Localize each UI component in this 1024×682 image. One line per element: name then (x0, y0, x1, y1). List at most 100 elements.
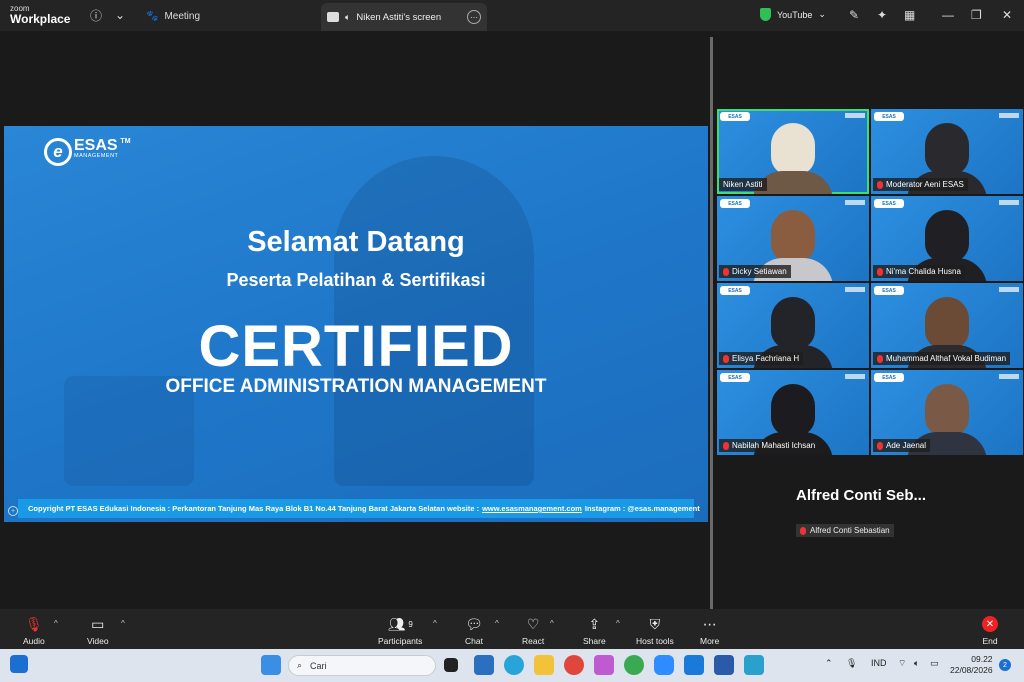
info-icon[interactable]: ⓘ (88, 7, 104, 23)
video-options-caret-icon[interactable]: ^ (121, 619, 125, 628)
participant-name-tag: Dicky Setiawan (719, 265, 791, 278)
share-options-caret-icon[interactable]: ^ (616, 619, 620, 628)
participants-options-caret-icon[interactable]: ^ (433, 619, 437, 628)
footer-copyright: Copyright PT ESAS Edukasi Indonesia : Pe… (28, 504, 480, 513)
file-explorer-icon[interactable] (534, 655, 554, 675)
zoom-app-icon[interactable] (654, 655, 674, 675)
word-icon[interactable] (714, 655, 734, 675)
store-icon[interactable] (474, 655, 494, 675)
slide-program: OFFICE ADMINISTRATION MANAGEMENT (165, 376, 547, 397)
participant-name: Moderator Aeni ESAS (886, 180, 964, 189)
more-options-icon[interactable]: ··· (467, 10, 481, 24)
tile-badge (999, 113, 1019, 118)
chrome-profile-icon[interactable] (624, 655, 644, 675)
chat-button[interactable]: 💬︎ Chat (465, 615, 483, 647)
tile-badge (845, 287, 865, 292)
tab-shared-screen[interactable]: 🔈︎ Niken Astiti's screen ··· (321, 3, 487, 31)
react-button[interactable]: ♡ React (522, 615, 544, 647)
chevron-up-icon[interactable]: ⌃ (825, 658, 833, 669)
tab-meeting-label: Meeting (164, 10, 201, 22)
slide-nav-icon[interactable]: + (8, 506, 18, 516)
video-tile[interactable]: ESAS Elisya Fachriana H (717, 283, 869, 368)
video-tile[interactable]: ESAS Nabilah Mahasti Ichsan (717, 370, 869, 455)
tab-screen-label: Niken Astiti's screen (356, 11, 442, 23)
footer-website-link[interactable]: www.esasmanagement.com (482, 504, 582, 513)
host-tools-button[interactable]: ⛨ Host tools (636, 615, 674, 647)
clock-date: 22/08/2026 (950, 665, 993, 676)
tile-logo: ESAS (874, 286, 904, 295)
tile-logo: ESAS (874, 199, 904, 208)
start-icon[interactable] (261, 655, 281, 675)
chevron-down-icon[interactable]: ⌄ (112, 7, 128, 23)
layout-icon[interactable]: ▦ (904, 8, 915, 22)
edge-icon[interactable] (504, 655, 524, 675)
wifi-icon[interactable]: ⌔ (898, 658, 906, 669)
tile-badge (845, 374, 865, 379)
tile-badge (999, 374, 1019, 379)
battery-icon[interactable]: ▭ (930, 658, 939, 669)
notification-badge[interactable]: 2 (999, 659, 1011, 671)
extra-participant-display-name[interactable]: Alfred Conti Seb... (796, 487, 926, 504)
speaker-icon: 🔈︎ (345, 11, 351, 22)
chat-label: Chat (465, 636, 483, 646)
end-button[interactable]: ✕ End (982, 615, 998, 646)
search-placeholder: Cari (310, 660, 327, 671)
language-indicator[interactable]: IND (871, 658, 887, 668)
youtube-stream-indicator[interactable]: YouTube ⌄ (760, 8, 826, 21)
participant-name-tag: Elisya Fachriana H (719, 352, 804, 365)
taskbar-search[interactable]: ⌕ Cari (288, 655, 436, 676)
widgets-icon[interactable] (10, 655, 28, 673)
participant-video (771, 210, 815, 262)
participant-name-tag: Niken Astiti (719, 178, 767, 191)
slide-subtitle: Peserta Pelatihan & Sertifikasi (226, 270, 486, 290)
heart-icon: ♡ (526, 615, 540, 632)
video-tile[interactable]: ESAS Muhammad Althaf Vokal Budiman (871, 283, 1023, 368)
close-icon[interactable]: ✕ (1002, 8, 1012, 22)
react-options-caret-icon[interactable]: ^ (550, 619, 554, 628)
video-button[interactable]: ▭ Video (87, 615, 109, 647)
more-button[interactable]: ⋯ More (700, 615, 719, 647)
clock-time: 09.22 (971, 654, 993, 664)
pen-icon[interactable]: ✎ (849, 8, 859, 22)
more-dots-icon: ⋯ (702, 615, 717, 632)
footer-instagram: Instagram : @esas.management (584, 504, 700, 513)
audio-options-caret-icon[interactable]: ^ (54, 619, 58, 628)
snipping-tool-icon[interactable] (594, 655, 614, 675)
tab-meeting[interactable]: 🐾 Meeting (146, 6, 200, 26)
participant-video (771, 384, 815, 436)
participant-name-tag: Muhammad Althaf Vokal Budiman (873, 352, 1011, 365)
extra-participant-full-name: Alfred Conti Sebastian (810, 526, 890, 535)
task-view-icon[interactable] (444, 658, 458, 672)
volume-icon[interactable]: 🔈︎ (914, 658, 919, 669)
mic-muted-icon (723, 354, 729, 363)
video-tile[interactable]: ESAS Ade Jaenal (871, 370, 1023, 455)
tile-badge (999, 287, 1019, 292)
share-label: Share (583, 636, 606, 646)
video-tile[interactable]: ESAS Moderator Aeni ESAS (871, 109, 1023, 194)
media-player-icon[interactable] (684, 655, 704, 675)
restore-icon[interactable]: ❐ (971, 8, 982, 22)
chrome-icon[interactable] (564, 655, 584, 675)
chat-options-caret-icon[interactable]: ^ (495, 619, 499, 628)
sparkle-icon[interactable]: ✦ (877, 8, 887, 22)
split-divider[interactable] (710, 37, 713, 609)
microphone-icon[interactable]: 🎙︎ (846, 658, 857, 669)
minimize-icon[interactable]: — (942, 8, 954, 22)
slide-headline: CERTIFIED (198, 314, 514, 379)
system-clock[interactable]: 09.22 22/08/2026 (950, 654, 993, 677)
tile-badge (999, 200, 1019, 205)
video-tile[interactable]: ESAS Niken Astiti (717, 109, 869, 194)
esas-logo-sub: MANAGEMENT (74, 153, 119, 159)
shared-screen-slide[interactable]: e ESAS MANAGEMENT TM Selamat Datang Pese… (4, 126, 708, 522)
mic-muted-icon (877, 180, 883, 189)
participants-button[interactable]: 👥︎ 9 Participants (378, 615, 422, 647)
share-button[interactable]: ⇪ Share (583, 615, 606, 647)
tile-logo: ESAS (720, 373, 750, 382)
audio-button[interactable]: 🎙︎ Audio (23, 615, 45, 647)
video-tile[interactable]: ESAS Ni'ma Chalida Husna (871, 196, 1023, 281)
mic-muted-icon (877, 441, 883, 450)
participant-name-tag: Ni'ma Chalida Husna (873, 265, 965, 278)
paint-icon[interactable] (744, 655, 764, 675)
video-tile[interactable]: ESAS Dicky Setiawan (717, 196, 869, 281)
video-gallery: ESAS Niken Astiti ESAS Moderator Aeni ES… (716, 108, 1023, 455)
